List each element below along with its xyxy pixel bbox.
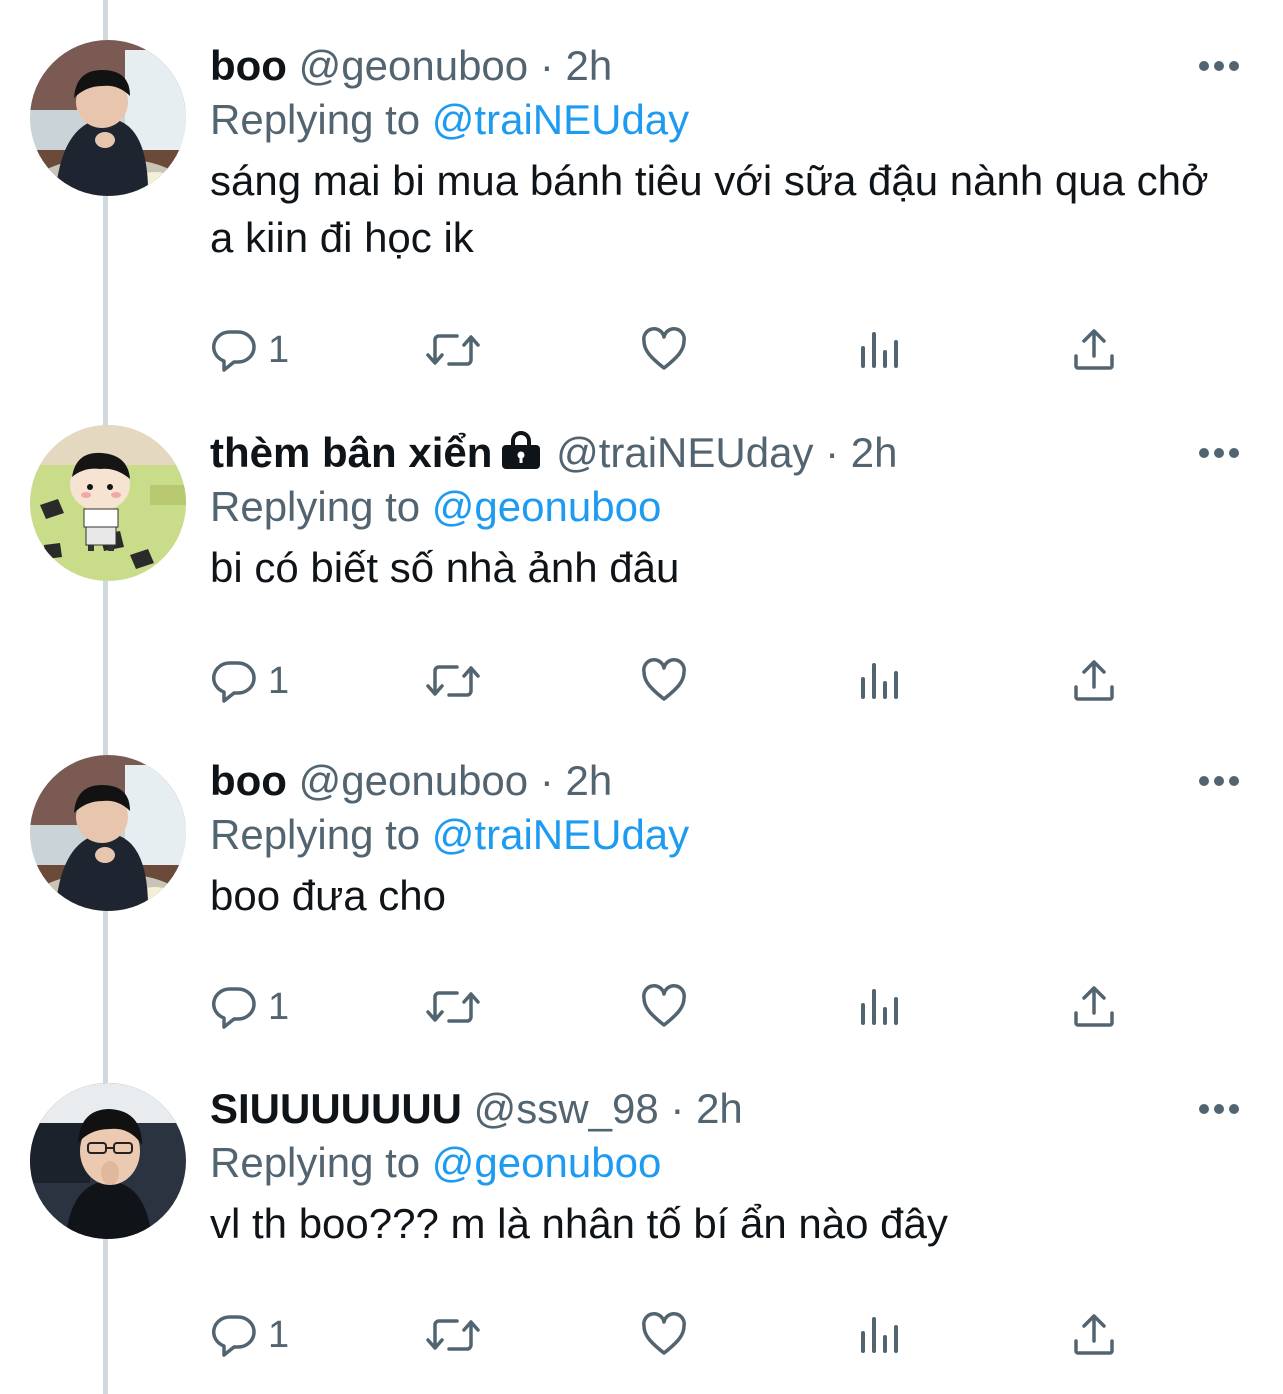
share-upload-icon xyxy=(1074,660,1114,701)
like-button[interactable] xyxy=(640,655,688,707)
avatar-cartoon-icon xyxy=(30,425,186,581)
share-upload-icon xyxy=(1074,986,1114,1027)
separator-dot: · xyxy=(539,757,554,804)
reply-count: 1 xyxy=(268,329,290,371)
views-button[interactable] xyxy=(855,981,903,1033)
display-name[interactable]: SIUUUUUUU xyxy=(210,1085,462,1132)
retweet-icon xyxy=(426,665,480,697)
user-handle[interactable]: @geonuboo xyxy=(299,42,529,89)
replying-to-label: Replying to xyxy=(210,483,421,530)
user-handle[interactable]: @traiNEUday xyxy=(556,429,813,476)
share-button[interactable] xyxy=(1070,324,1118,376)
retweet-icon xyxy=(426,991,480,1023)
share-button[interactable] xyxy=(1070,1309,1118,1361)
user-handle[interactable]: @geonuboo xyxy=(299,757,529,804)
views-button[interactable] xyxy=(855,324,903,376)
share-button[interactable] xyxy=(1070,655,1118,707)
avatar[interactable] xyxy=(30,425,186,581)
tweet-text: bi có biết số nhà ảnh đâu xyxy=(210,544,680,591)
share-upload-icon xyxy=(1074,1314,1114,1355)
reply-bubble-icon xyxy=(211,987,256,1029)
more-horizontal-icon[interactable] xyxy=(1198,1101,1240,1117)
more-horizontal-icon[interactable] xyxy=(1198,445,1240,461)
display-name[interactable]: thèm bân xiển xyxy=(210,429,492,476)
tweet-actions: 1 xyxy=(210,1309,1130,1361)
tweet-header: SIUUUUUUU @ssw_98 · 2h xyxy=(210,1083,743,1135)
tweet-actions: 1 xyxy=(210,655,1130,707)
heart-icon xyxy=(642,1312,686,1355)
tweet-actions: 1 xyxy=(210,324,1130,376)
retweet-button[interactable] xyxy=(425,1309,481,1361)
views-bar-chart-icon xyxy=(861,989,898,1025)
views-button[interactable] xyxy=(855,1309,903,1361)
replying-to-line: Replying to @traiNEUday xyxy=(210,809,689,861)
retweet-button[interactable] xyxy=(425,324,481,376)
tweet-text: vl th boo??? m là nhân tố bí ẩn nào đây xyxy=(210,1200,948,1247)
display-name[interactable]: boo xyxy=(210,42,287,89)
avatar[interactable] xyxy=(30,1083,186,1239)
avatar[interactable] xyxy=(30,755,186,911)
display-name[interactable]: boo xyxy=(210,757,287,804)
like-button[interactable] xyxy=(640,1309,688,1361)
replying-to-line: Replying to @geonuboo xyxy=(210,481,661,533)
retweet-button[interactable] xyxy=(425,655,481,707)
tweet-actions: 1 xyxy=(210,981,1130,1033)
tweet-header: boo @geonuboo · 2h xyxy=(210,755,612,807)
views-bar-chart-icon xyxy=(861,332,898,368)
heart-icon xyxy=(642,658,686,701)
like-button[interactable] xyxy=(640,981,688,1033)
reply-button[interactable]: 1 xyxy=(210,1309,289,1361)
replying-to-line: Replying to @geonuboo xyxy=(210,1137,661,1189)
replying-to-mention-link[interactable]: @traiNEUday xyxy=(432,811,689,858)
replying-to-label: Replying to xyxy=(210,96,421,143)
timestamp[interactable]: 2h xyxy=(851,429,898,476)
separator-dot: · xyxy=(825,429,840,476)
user-handle[interactable]: @ssw_98 xyxy=(474,1085,659,1132)
timestamp[interactable]: 2h xyxy=(696,1085,743,1132)
views-bar-chart-icon xyxy=(861,663,898,699)
like-button[interactable] xyxy=(640,324,688,376)
separator-dot: · xyxy=(539,42,554,89)
retweet-button[interactable] xyxy=(425,981,481,1033)
avatar-photo-icon xyxy=(30,1083,186,1239)
share-upload-icon xyxy=(1074,329,1114,370)
replying-to-label: Replying to xyxy=(210,811,421,858)
tweet-text: boo đưa cho xyxy=(210,872,446,919)
replying-to-mention-link[interactable]: @traiNEUday xyxy=(432,96,689,143)
heart-icon xyxy=(642,327,686,370)
lock-icon xyxy=(502,431,541,469)
more-horizontal-icon[interactable] xyxy=(1198,773,1240,789)
reply-count: 1 xyxy=(268,660,290,702)
reply-count: 1 xyxy=(268,1314,290,1356)
avatar-photo-icon xyxy=(30,755,186,911)
views-button[interactable] xyxy=(855,655,903,707)
heart-icon xyxy=(642,984,686,1027)
replying-to-mention-link[interactable]: @geonuboo xyxy=(432,1139,662,1186)
avatar[interactable] xyxy=(30,40,186,196)
avatar-photo-icon xyxy=(30,40,186,196)
replying-to-label: Replying to xyxy=(210,1139,421,1186)
more-horizontal-icon[interactable] xyxy=(1198,58,1240,74)
separator-dot: · xyxy=(670,1085,685,1132)
reply-bubble-icon xyxy=(211,661,256,703)
timestamp[interactable]: 2h xyxy=(566,757,613,804)
reply-bubble-icon xyxy=(211,330,256,372)
share-button[interactable] xyxy=(1070,981,1118,1033)
reply-button[interactable]: 1 xyxy=(210,655,289,707)
views-bar-chart-icon xyxy=(861,1317,898,1353)
retweet-icon xyxy=(426,334,480,366)
timestamp[interactable]: 2h xyxy=(566,42,613,89)
reply-bubble-icon xyxy=(211,1315,256,1357)
replying-to-line: Replying to @traiNEUday xyxy=(210,94,689,146)
retweet-icon xyxy=(426,1319,480,1351)
replying-to-mention-link[interactable]: @geonuboo xyxy=(432,483,662,530)
tweet-header: thèm bân xiển @traiNEUday · 2h xyxy=(210,427,898,479)
tweet-header: boo @geonuboo · 2h xyxy=(210,40,612,92)
reply-count: 1 xyxy=(268,986,290,1028)
reply-button[interactable]: 1 xyxy=(210,981,289,1033)
reply-button[interactable]: 1 xyxy=(210,324,289,376)
tweet-text: sáng mai bi mua bánh tiêu với sữa đậu nà… xyxy=(210,157,1209,261)
